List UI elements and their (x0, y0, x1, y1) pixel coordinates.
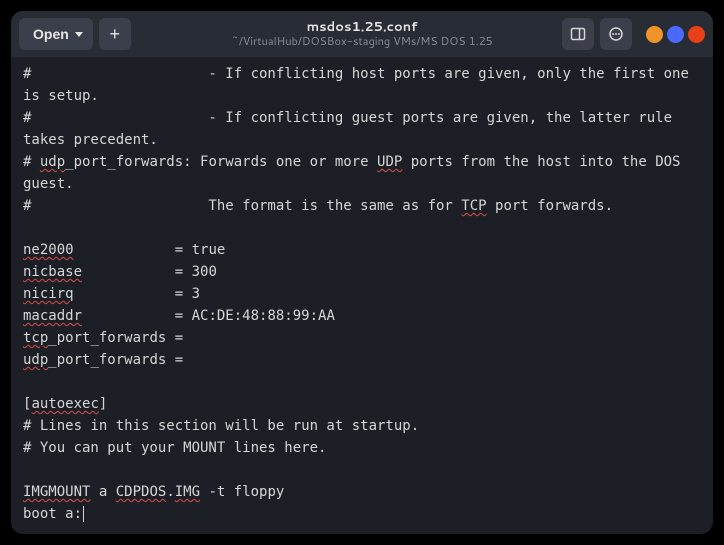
close-button[interactable] (688, 26, 705, 43)
text-segment: # You can put your MOUNT lines here. (23, 440, 326, 456)
editor-line (23, 459, 701, 481)
sidebar-icon (570, 26, 586, 42)
editor-line: # - If conflicting host ports are given,… (23, 63, 701, 107)
text-segment: = 3 (74, 286, 200, 302)
text-segment: IMGMOUNT (23, 484, 90, 500)
text-segment: TCP (461, 198, 486, 214)
editor-line (23, 371, 701, 393)
document-path: ~/VirtualHub/DOSBox-staging VMs/MS DOS 1… (231, 35, 492, 48)
text-segment: port forwards. (487, 198, 613, 214)
open-button[interactable]: Open (19, 18, 93, 50)
text-segment: # Lines in this section will be run at s… (23, 418, 419, 434)
text-cursor (83, 506, 84, 522)
headerbar: Open + msdos1.25.conf ~/VirtualHub/DOSBo… (11, 11, 713, 57)
title-block: msdos1.25.conf ~/VirtualHub/DOSBox-stagi… (231, 20, 492, 49)
editor-line: # udp_port_forwards: Forwards one or mor… (23, 151, 701, 195)
text-segment: _port_forwards = (48, 352, 191, 368)
editor-line: tcp_port_forwards = (23, 327, 701, 349)
editor-line: udp_port_forwards = (23, 349, 701, 371)
editor-line (23, 217, 701, 239)
text-segment: = 300 (82, 264, 217, 280)
editor-line: nicirq = 3 (23, 283, 701, 305)
text-segment: nicirq (23, 286, 74, 302)
text-segment: = true (74, 242, 226, 258)
editor-line: IMGMOUNT a CDPDOS.IMG -t floppy (23, 481, 701, 503)
text-segment: CDPDOS (116, 484, 167, 500)
text-segment: # (23, 154, 40, 170)
text-segment: # The format is the same as for (23, 198, 461, 214)
chevron-down-icon (75, 32, 83, 37)
new-tab-button[interactable]: + (99, 18, 131, 50)
minimize-button[interactable] (646, 26, 663, 43)
headerbar-right (562, 18, 705, 50)
headerbar-left: Open + (19, 18, 131, 50)
text-segment: _port_forwards: Forwards one or more (65, 154, 377, 170)
text-segment: boot a: (23, 506, 82, 522)
editor-window: Open + msdos1.25.conf ~/VirtualHub/DOSBo… (11, 11, 713, 534)
editor-line: # The format is the same as for TCP port… (23, 195, 701, 217)
text-segment: macaddr (23, 308, 82, 324)
open-button-label: Open (33, 26, 69, 42)
window-controls (646, 26, 705, 43)
text-segment: _port_forwards = (48, 330, 191, 346)
text-segment: nicbase (23, 264, 82, 280)
text-segment: UDP (377, 154, 402, 170)
maximize-button[interactable] (667, 26, 684, 43)
text-segment: ] (99, 396, 107, 412)
sidebar-toggle-button[interactable] (562, 18, 594, 50)
editor-line: ne2000 = true (23, 239, 701, 261)
editor-line: # You can put your MOUNT lines here. (23, 437, 701, 459)
text-segment: IMG (175, 484, 200, 500)
text-segment: a (90, 484, 115, 500)
plus-icon: + (110, 24, 121, 45)
editor-line: nicbase = 300 (23, 261, 701, 283)
editor-line: macaddr = AC:DE:48:88:99:AA (23, 305, 701, 327)
menu-button[interactable] (600, 18, 632, 50)
text-segment: tcp (23, 330, 48, 346)
editor-line: [autoexec] (23, 393, 701, 415)
editor-line: boot a: (23, 503, 701, 525)
text-segment: udp (40, 154, 65, 170)
kebab-menu-icon (608, 26, 624, 42)
editor-line: # - If conflicting guest ports are given… (23, 107, 701, 151)
text-segment: udp (23, 352, 48, 368)
text-segment: ne2000 (23, 242, 74, 258)
text-segment: autoexec (31, 396, 98, 412)
text-segment: # - If conflicting host ports are given,… (23, 66, 697, 104)
text-segment: -t floppy (200, 484, 284, 500)
text-segment: # - If conflicting guest ports are given… (23, 110, 680, 148)
editor-line: # Lines in this section will be run at s… (23, 415, 701, 437)
text-segment: . (166, 484, 174, 500)
text-segment: = AC:DE:48:88:99:AA (82, 308, 335, 324)
text-editor[interactable]: # - If conflicting host ports are given,… (11, 57, 713, 534)
